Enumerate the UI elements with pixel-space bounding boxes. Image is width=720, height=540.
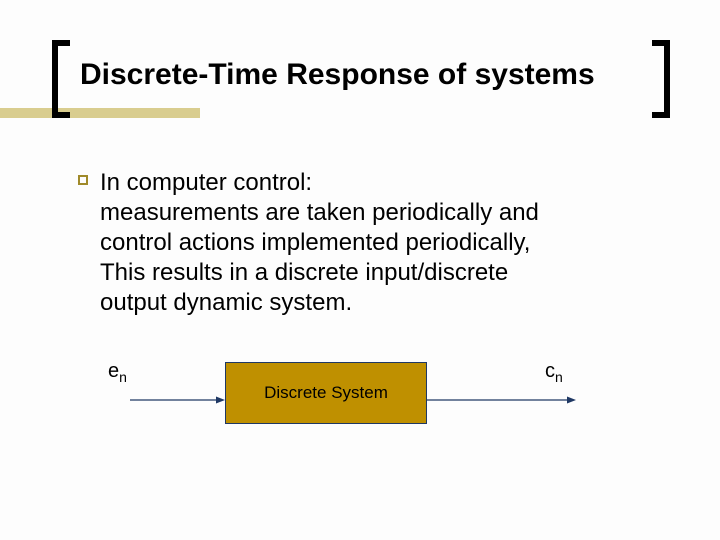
arrow-out-icon bbox=[426, 399, 576, 401]
arrow-in-icon bbox=[130, 399, 225, 401]
output-subscript: n bbox=[555, 369, 563, 385]
slide-title: Discrete-Time Response of systems bbox=[80, 58, 595, 92]
output-symbol: c bbox=[545, 360, 555, 382]
body-line-2: measurements are taken periodically and bbox=[100, 199, 539, 226]
system-block-label: Discrete System bbox=[264, 383, 388, 403]
body-line-5: output dynamic system. bbox=[100, 289, 352, 316]
accent-bar bbox=[0, 108, 200, 118]
title-bracket-right bbox=[652, 40, 670, 118]
body-line-4: This results in a discrete input/discret… bbox=[100, 259, 508, 286]
body-line-3: control actions implemented periodically… bbox=[100, 229, 530, 256]
input-subscript: n bbox=[119, 369, 127, 385]
body-text: In computer control: measurements are ta… bbox=[100, 168, 620, 318]
bullet-marker-icon bbox=[78, 175, 88, 185]
input-symbol: e bbox=[108, 360, 119, 382]
body-line-1: In computer control: bbox=[100, 169, 312, 196]
system-block: Discrete System bbox=[225, 362, 427, 424]
slide: Discrete-Time Response of systems In com… bbox=[0, 0, 720, 540]
diagram-output-label: cn bbox=[545, 360, 563, 385]
diagram-input-label: en bbox=[108, 360, 127, 385]
title-bracket-left bbox=[52, 40, 70, 118]
